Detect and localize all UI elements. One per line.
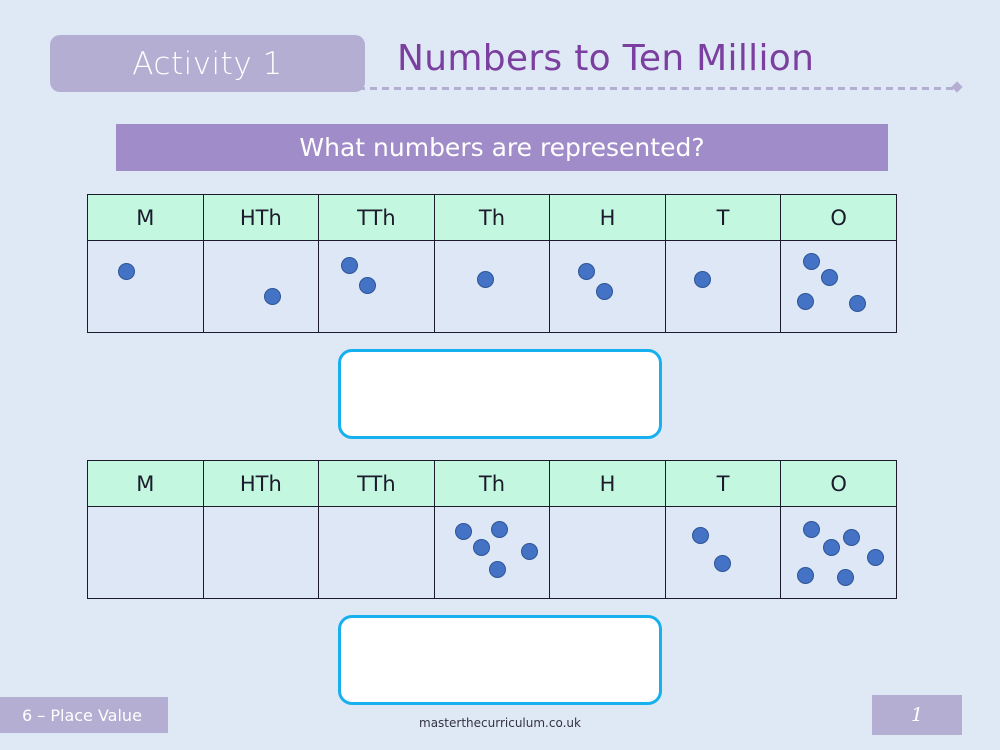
column-header-t: T — [664, 194, 782, 241]
place-value-cell-t[interactable] — [664, 240, 782, 333]
place-value-cell-h[interactable] — [549, 506, 666, 599]
question-banner-text: What numbers are represented? — [299, 133, 705, 162]
counter-dot — [823, 539, 841, 556]
counter-dot — [454, 523, 472, 540]
counter-dot — [693, 271, 711, 288]
counter-dot — [476, 271, 494, 288]
footer-website: masterthecurriculum.co.uk — [419, 716, 581, 730]
counter-dot — [691, 527, 709, 544]
column-header-th: Th — [433, 194, 551, 241]
activity-badge-label: Activity 1 — [132, 45, 283, 82]
column-header-m: M — [87, 194, 204, 241]
table-header-row: M HTh TTh Th H T O — [87, 460, 897, 507]
page-number-badge: 1 — [872, 695, 962, 735]
question-banner: What numbers are represented? — [116, 124, 888, 171]
column-header-hth: HTh — [202, 194, 320, 241]
column-header-m: M — [87, 460, 204, 507]
page-title: Numbers to Ten Million — [397, 38, 815, 79]
counter-dot — [490, 521, 508, 538]
counter-dot — [843, 529, 861, 546]
counter-dot — [713, 555, 731, 572]
counter-dot — [849, 295, 867, 312]
counter-dot — [797, 567, 815, 584]
counter-dot — [596, 283, 614, 300]
place-value-cell-m[interactable] — [87, 240, 204, 333]
counter-dot — [837, 569, 855, 586]
answer-box-2[interactable] — [338, 615, 662, 705]
column-header-h: H — [549, 460, 666, 507]
place-value-table-2: M HTh TTh Th H T O — [87, 460, 897, 599]
column-header-o: O — [780, 460, 897, 507]
place-value-cell-o[interactable] — [780, 240, 897, 333]
counter-dot — [520, 543, 538, 560]
counter-dot — [488, 561, 506, 578]
counter-dot — [341, 257, 359, 274]
table-header-row: M HTh TTh Th H T O — [87, 194, 897, 241]
place-value-cell-hth[interactable] — [202, 240, 320, 333]
place-value-cell-th[interactable] — [433, 506, 551, 599]
title-divider-endpoint-icon — [951, 81, 963, 93]
place-value-cell-th[interactable] — [433, 240, 551, 333]
counter-dot — [472, 539, 490, 556]
column-header-tth: TTh — [318, 194, 435, 241]
answer-box-1[interactable] — [338, 349, 662, 439]
table-row — [87, 506, 897, 599]
page-number-label: 1 — [910, 704, 924, 726]
counter-dot — [821, 269, 839, 286]
table-row — [87, 240, 897, 333]
activity-badge: Activity 1 — [50, 35, 365, 92]
counter-dot — [118, 263, 135, 280]
counter-dot — [797, 293, 815, 310]
counter-dot — [578, 263, 596, 280]
place-value-cell-t[interactable] — [664, 506, 782, 599]
counter-dot — [263, 288, 281, 305]
column-header-th: Th — [433, 460, 551, 507]
counter-dot — [803, 253, 821, 270]
place-value-cell-h[interactable] — [549, 240, 666, 333]
column-header-t: T — [664, 460, 782, 507]
column-header-h: H — [549, 194, 666, 241]
place-value-cell-o[interactable] — [780, 506, 897, 599]
place-value-table-1: M HTh TTh Th H T O — [87, 194, 897, 333]
place-value-cell-tth[interactable] — [318, 506, 435, 599]
place-value-cell-hth[interactable] — [202, 506, 320, 599]
counter-dot — [359, 277, 377, 294]
counter-dot — [803, 521, 821, 538]
column-header-tth: TTh — [318, 460, 435, 507]
place-value-cell-m[interactable] — [87, 506, 204, 599]
title-divider — [358, 87, 955, 90]
counter-dot — [867, 549, 885, 566]
column-header-o: O — [780, 194, 897, 241]
column-header-hth: HTh — [202, 460, 320, 507]
place-value-cell-tth[interactable] — [318, 240, 435, 333]
